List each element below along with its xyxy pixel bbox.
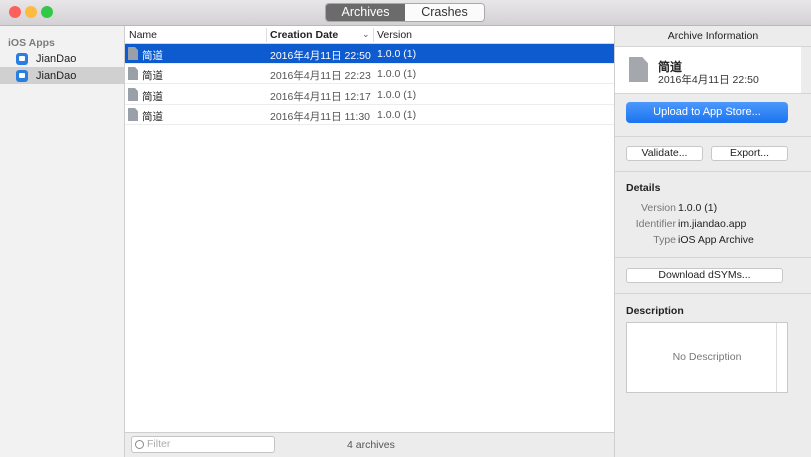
table-row[interactable]: 简道 2016年4月11日 11:30 1.0.0 (1) [125, 105, 614, 125]
row-date: 2016年4月11日 12:17 [270, 91, 371, 103]
sidebar: iOS Apps JianDao JianDao [0, 26, 125, 457]
row-name: 简道 [142, 70, 163, 82]
row-name: 简道 [142, 111, 163, 123]
table-row[interactable]: 简道 2016年4月11日 22:23 1.0.0 (1) [125, 64, 614, 84]
export-button[interactable]: Export... [711, 146, 788, 161]
tab-crashes[interactable]: Crashes [405, 4, 484, 21]
close-button[interactable] [9, 6, 21, 18]
description-heading: Description [626, 305, 684, 317]
sidebar-section-title: iOS Apps [8, 37, 55, 49]
sidebar-item-jiandao[interactable]: JianDao [0, 50, 124, 67]
archive-icon [128, 47, 138, 60]
archive-icon [128, 88, 138, 101]
download-dsyms-button[interactable]: Download dSYMs... [626, 268, 783, 283]
row-name: 简道 [142, 91, 163, 103]
archive-icon [629, 57, 648, 82]
sidebar-item-label: JianDao [36, 69, 77, 82]
row-date: 2016年4月11日 22:50 [270, 50, 371, 62]
archive-count: 4 archives [347, 439, 395, 451]
row-version: 1.0.0 (1) [377, 109, 417, 121]
table-footer: Filter 4 archives [125, 432, 614, 457]
row-version: 1.0.0 (1) [377, 68, 417, 80]
row-date: 2016年4月11日 22:23 [270, 70, 371, 82]
minimize-button[interactable] [25, 6, 37, 18]
upload-to-app-store-button[interactable]: Upload to App Store... [626, 102, 788, 123]
table-header: Name Creation Date ⌄ Version [125, 26, 614, 44]
view-switcher: Archives Crashes [325, 3, 485, 22]
title-bar: Archives Crashes [0, 0, 811, 26]
tab-archives[interactable]: Archives [326, 4, 405, 21]
table-row[interactable]: 简道 2016年4月11日 12:17 1.0.0 (1) [125, 85, 614, 105]
archives-table: Name Creation Date ⌄ Version 简道 2016年4月1… [125, 26, 614, 432]
app-icon [16, 69, 28, 82]
details-heading: Details [626, 182, 661, 194]
chevron-down-icon[interactable]: ⌄ [362, 29, 370, 40]
archive-icon [128, 108, 138, 121]
row-version: 1.0.0 (1) [377, 48, 417, 60]
sidebar-item-label: JianDao [36, 52, 77, 65]
inspector-title: Archive Information [615, 26, 811, 47]
filter-input[interactable]: Filter [131, 436, 275, 453]
sidebar-item-jiandao-selected[interactable]: JianDao [0, 67, 124, 84]
column-creation-date[interactable]: Creation Date [270, 29, 338, 41]
column-name[interactable]: Name [129, 29, 157, 41]
archive-icon [128, 67, 138, 80]
archive-summary: 简道 2016年4月11日 22:50 [615, 47, 801, 93]
table-row[interactable]: 简道 2016年4月11日 22:50 1.0.0 (1) [125, 44, 614, 64]
row-name: 简道 [142, 50, 163, 62]
app-icon [16, 52, 28, 65]
zoom-button[interactable] [41, 6, 53, 18]
column-version[interactable]: Version [377, 29, 412, 41]
description-textarea[interactable]: No Description [626, 322, 788, 393]
inspector-panel: Archive Information 简道 2016年4月11日 22:50 … [614, 26, 811, 457]
archive-date: 2016年4月11日 22:50 [658, 74, 759, 86]
validate-button[interactable]: Validate... [626, 146, 703, 161]
row-version: 1.0.0 (1) [377, 89, 417, 101]
row-date: 2016年4月11日 11:30 [270, 111, 371, 123]
